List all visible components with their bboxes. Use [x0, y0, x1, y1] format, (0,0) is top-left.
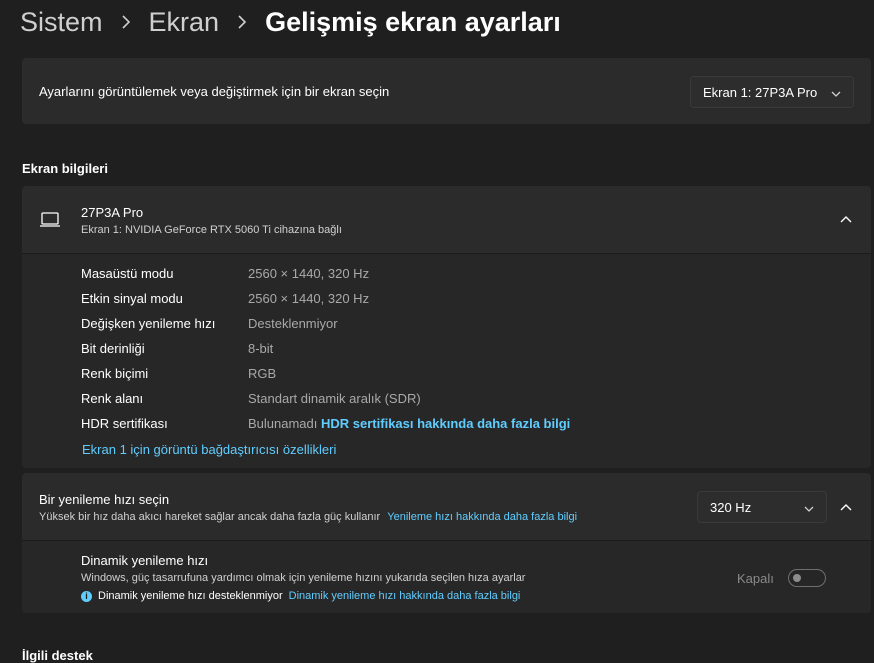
toggle-state-label: Kapalı: [737, 571, 774, 586]
info-value: 2560 × 1440, 320 Hz: [248, 266, 370, 281]
display-info-header[interactable]: 27P3A Pro Ekran 1: NVIDIA GeForce RTX 50…: [22, 186, 871, 253]
info-value: Standart dinamik aralık (SDR): [248, 391, 421, 406]
info-label: Renk biçimi: [81, 366, 149, 381]
page-title: Gelişmiş ekran ayarları: [265, 6, 561, 37]
dynamic-refresh-note-row: i Dinamik yenileme hızı desteklenmiyor D…: [81, 590, 520, 602]
info-label: Değişken yenileme hızı: [81, 316, 216, 331]
section-heading-display-info: Ekran bilgileri: [22, 161, 108, 176]
info-label: Masaüstü modu: [81, 266, 174, 281]
dynamic-refresh-toggle[interactable]: [788, 569, 826, 587]
display-select-value: Ekran 1: 27P3A Pro: [703, 84, 818, 100]
info-value: Desteklenmiyor: [248, 316, 338, 331]
refresh-rate-title: Bir yenileme hızı seçin: [39, 492, 170, 507]
dynamic-refresh-info-link[interactable]: Dinamik yenileme hızı hakkında daha fazl…: [289, 590, 521, 602]
refresh-rate-description: Yüksek bir hız daha akıcı hareket sağlar…: [39, 511, 381, 523]
refresh-rate-header: Bir yenileme hızı seçin Yüksek bir hız d…: [22, 473, 871, 540]
refresh-rate-subtitle: Yüksek bir hız daha akıcı hareket sağlar…: [39, 511, 577, 523]
info-icon: i: [81, 590, 92, 602]
dynamic-refresh-note: Dinamik yenileme hızı desteklenmiyor: [98, 590, 283, 602]
hdr-status: Bulunamadı: [248, 416, 318, 431]
display-info-details: Masaüstü modu 2560 × 1440, 320 Hz Etkin …: [22, 254, 871, 468]
toggle-knob: [793, 574, 801, 582]
refresh-rate-card: Bir yenileme hızı seçin Yüksek bir hız d…: [22, 473, 871, 613]
dynamic-refresh-row: Dinamik yenileme hızı Windows, güç tasar…: [22, 541, 871, 613]
info-value: RGB: [248, 366, 277, 381]
chevron-right-icon: [237, 15, 247, 29]
info-value-hdr: Bulunamadı HDR sertifikası hakkında daha…: [248, 416, 570, 431]
refresh-rate-info-link[interactable]: Yenileme hızı hakkında daha fazla bilgi: [387, 511, 577, 523]
hdr-info-link[interactable]: HDR sertifikası hakkında daha fazla bilg…: [321, 416, 570, 431]
monitor-icon: [39, 212, 61, 233]
display-select-card: Ayarlarını görüntülemek veya değiştirmek…: [22, 58, 871, 124]
monitor-subtitle: Ekran 1: NVIDIA GeForce RTX 5060 Ti ciha…: [81, 224, 342, 236]
chevron-down-icon: [804, 500, 814, 515]
breadcrumb-item-sistem[interactable]: Sistem: [20, 7, 103, 38]
monitor-name: 27P3A Pro: [81, 205, 144, 220]
info-label: HDR sertifikası: [81, 416, 168, 431]
info-label: Renk alanı: [81, 391, 144, 406]
info-value: 8-bit: [248, 341, 274, 356]
display-select-dropdown[interactable]: Ekran 1: 27P3A Pro: [690, 76, 854, 108]
dynamic-refresh-description: Windows, güç tasarrufuna yardımcı olmak …: [81, 572, 526, 584]
info-label: Etkin sinyal modu: [81, 291, 183, 306]
breadcrumb: Sistem Ekran Gelişmiş ekran ayarları: [20, 4, 561, 40]
dynamic-refresh-title: Dinamik yenileme hızı: [81, 553, 209, 568]
chevron-down-icon: [831, 85, 841, 100]
refresh-rate-dropdown[interactable]: 320 Hz: [697, 491, 827, 523]
breadcrumb-item-ekran[interactable]: Ekran: [149, 7, 220, 38]
chevron-right-icon: [121, 15, 131, 29]
adapter-properties-link[interactable]: Ekran 1 için görüntü bağdaştırıcısı özel…: [82, 442, 336, 457]
chevron-up-icon[interactable]: [834, 498, 858, 516]
display-select-label: Ayarlarını görüntülemek veya değiştirmek…: [39, 84, 390, 99]
chevron-up-icon[interactable]: [834, 210, 858, 228]
info-value: 2560 × 1440, 320 Hz: [248, 291, 370, 306]
refresh-rate-value: 320 Hz: [710, 499, 752, 515]
display-info-card: 27P3A Pro Ekran 1: NVIDIA GeForce RTX 50…: [22, 186, 871, 468]
info-label: Bit derinliği: [81, 341, 145, 356]
